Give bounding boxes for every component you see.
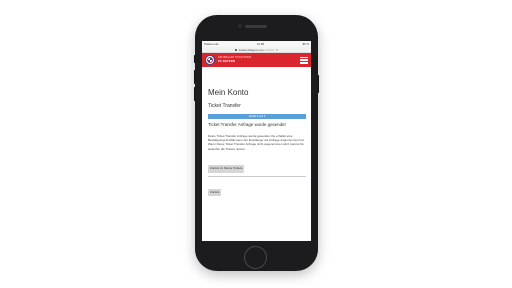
fc-bayern-logo[interactable]: [205, 55, 215, 65]
power-button: [318, 75, 319, 93]
back-to-my-tickets-button[interactable]: Zurück zu Meine Tickets: [208, 165, 245, 173]
volume-up-button: [194, 70, 195, 84]
status-heading: Ticket Transfer Anfrage wurde gesendet: [208, 122, 286, 128]
menu-icon-bar: [300, 56, 308, 58]
reload-icon[interactable]: ↻: [276, 48, 279, 52]
volume-down-button: [194, 87, 195, 101]
site-header: OFFIZIELLER TICKETSHOP FC BAYERN: [202, 53, 311, 67]
menu-icon-bar: [300, 62, 308, 64]
phone-screen: Telekom.de 12:08 86 % tickets.fcbayern.c…: [202, 41, 311, 241]
divider: [208, 176, 306, 177]
confirmation-text: Deine Ticket Transfer Anfrage wurde gese…: [208, 133, 305, 151]
camera: [238, 24, 242, 28]
back-button[interactable]: Zurück: [208, 188, 222, 197]
url-text[interactable]: tickets.fcbayern.com: [239, 48, 265, 52]
shop-title: OFFIZIELLER TICKETSHOP FC BAYERN: [218, 56, 251, 64]
shop-title-line2: FC BAYERN: [218, 59, 235, 64]
menu-icon-bar: [300, 59, 308, 61]
earpiece: [245, 25, 267, 28]
phone-frame: Telekom.de 12:08 86 % tickets.fcbayern.c…: [194, 15, 319, 271]
clock: 12:08: [256, 42, 264, 46]
hamburger-menu-button[interactable]: [300, 56, 308, 64]
private-label: Privat: [266, 47, 274, 52]
section-title: Ticket Transfer: [208, 102, 241, 109]
main-content: Mein Konto Ticket Transfer Schritt 3 von…: [202, 67, 311, 198]
page-title: Mein Konto: [208, 88, 249, 97]
lock-icon: [234, 48, 237, 51]
mute-switch: [194, 55, 195, 63]
home-button[interactable]: [244, 246, 267, 269]
progress-bar: Schritt 3 von 3: [208, 114, 306, 120]
progress-label: Schritt 3 von 3: [248, 115, 266, 119]
logo-emblem: [207, 57, 213, 63]
battery-indicator: 86 %: [302, 42, 309, 46]
carrier-label: Telekom.de: [204, 42, 219, 46]
